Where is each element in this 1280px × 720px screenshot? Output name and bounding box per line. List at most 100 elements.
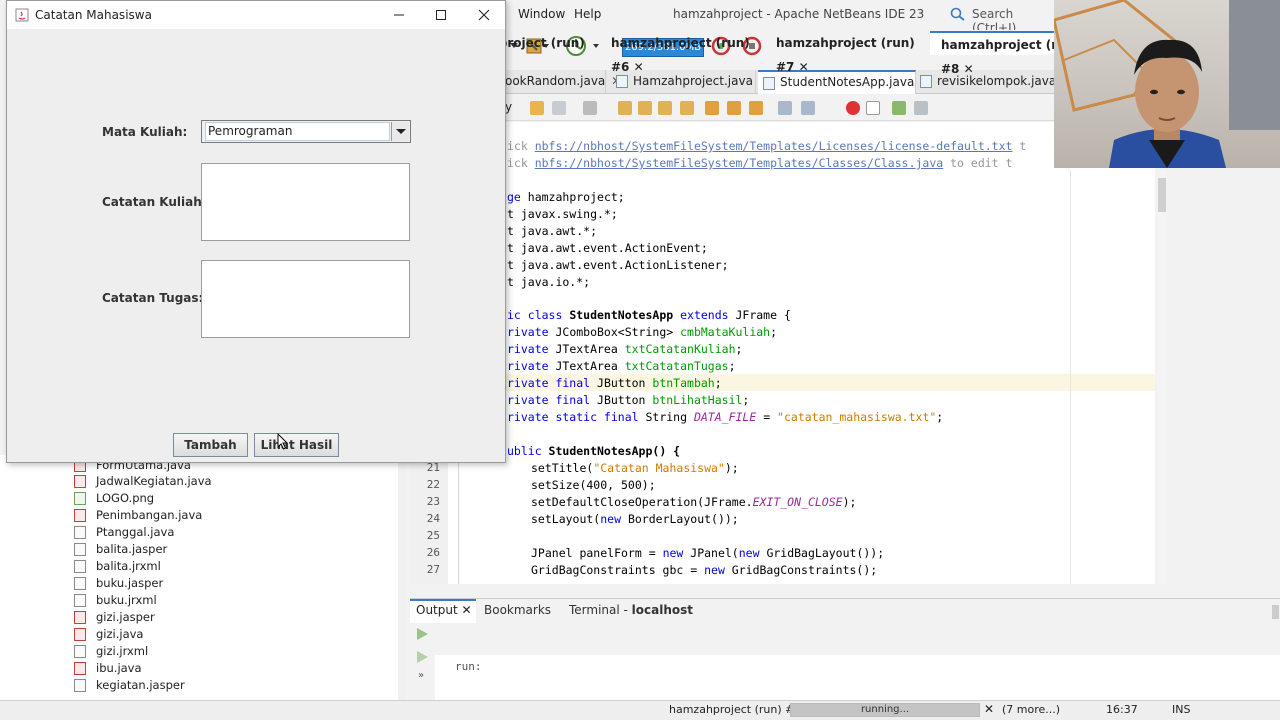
maximize-button[interactable] [419,3,463,27]
tab-bookrandom[interactable]: ookRandom.java✕ [505,70,621,94]
java-file-icon [74,475,86,488]
find-previous-icon[interactable] [638,101,652,115]
editor-vertical-scrollbar[interactable] [1157,170,1167,584]
tree-file-item[interactable]: Ptanggal.java [72,524,174,541]
scrollbar-thumb[interactable] [1158,178,1166,212]
image-file-icon [74,492,86,505]
file-icon [74,679,86,692]
tree-file-item[interactable]: LOGO.png [72,490,154,507]
next-bookmark-icon[interactable] [727,101,741,115]
menu-window[interactable]: Window [518,7,565,21]
close-button[interactable] [461,3,505,27]
task-progress-bar: running... [790,703,980,717]
code-line: rivate JComboBox<String> cmbMataKuliah; [507,325,778,339]
check-icon[interactable] [892,101,906,115]
file-icon [74,594,86,607]
run-tab-7[interactable]: hamzahproject (run) #7 ✕ [740,31,920,74]
code-line: ick nbfs://nbhost/SystemFileSystem/Templ… [507,139,1027,153]
projects-panel [0,455,406,700]
line-number: 26 [426,546,440,559]
chevron-down-icon [396,129,406,134]
tree-file-item[interactable]: Penimbangan.java [72,507,202,524]
dialog-titlebar[interactable]: Catatan Mahasiswa [7,1,505,29]
java-file-icon [763,77,775,90]
combobox-arrow-button[interactable] [391,122,409,141]
forward-icon[interactable] [552,101,566,115]
run-tab-6[interactable]: hamzahproject (run) #6 ✕ [575,31,755,74]
dialog-title: Catatan Mahasiswa [35,8,152,22]
projects-scrollbar[interactable] [398,455,406,700]
code-line: JPanel panelForm = new JPanel(new GridBa… [531,546,885,560]
previous-bookmark-icon[interactable] [705,101,719,115]
shift-right-icon[interactable] [801,101,815,115]
status-more-tasks[interactable]: (7 more...) [1002,703,1060,716]
console-output[interactable]: run: [435,655,1280,700]
shift-left-icon[interactable] [778,101,792,115]
history-tab-fragment[interactable]: y [505,100,512,114]
tab-revisikelompok[interactable]: revisikelompok.java✕ [915,70,1072,94]
tree-file-item[interactable]: ibu.java [72,660,142,677]
status-task[interactable]: hamzahproject (run) #8 [669,703,801,716]
tree-file-item[interactable]: buku.jasper [72,575,163,592]
tree-file-item[interactable]: gizi.jrxml [72,643,148,660]
rerun-with-params-icon[interactable] [415,650,429,664]
progress-label: running... [860,704,910,715]
tab-output[interactable]: Output ✕ [416,603,472,617]
tree-file-item[interactable]: balita.jrxml [72,558,161,575]
find-icon[interactable] [618,101,632,115]
last-edit-icon[interactable] [583,101,597,115]
ide-window-title: hamzahproject - Apache NetBeans IDE 23 [673,7,925,21]
stop-macro-icon[interactable] [866,101,880,115]
code-line: GridBagConstraints gbc = new GridBagCons… [531,563,878,577]
back-icon[interactable] [530,101,544,115]
tab-terminal[interactable]: Terminal - localhost [569,603,693,617]
toggle-highlight-icon[interactable] [680,101,694,115]
tree-file-item[interactable]: balita.jasper [72,541,167,558]
tree-file-item[interactable]: buku.jrxml [72,592,157,609]
tree-file-item[interactable]: gizi.java [72,626,143,643]
code-line: rivate final JButton btnLihatHasil; [507,393,750,407]
ide-search-box[interactable]: Search (Ctrl+I) [948,4,1052,35]
find-next-icon[interactable] [658,101,672,115]
tambah-button[interactable]: Tambah [173,433,248,457]
code-line: ge hamzahproject; [507,190,625,204]
tab-label: ookRandom.java [505,74,606,88]
catatan-tugas-textarea[interactable] [201,260,410,338]
lihat-hasil-button[interactable]: Lihat Hasil [254,433,339,457]
minimize-button[interactable] [377,3,421,27]
graph-icon[interactable] [914,101,928,115]
close-icon[interactable]: ✕ [462,603,472,617]
rerun-icon[interactable] [415,627,429,641]
toggle-bookmark-icon[interactable] [749,101,763,115]
start-macro-icon[interactable] [846,101,860,115]
menu-help[interactable]: Help [574,7,601,21]
java-app-icon [15,8,29,22]
line-number: 23 [426,495,440,508]
code-line: t java.awt.event.ActionListener; [507,258,729,272]
line-number-gutter: 21 22 23 24 25 26 27 [410,458,448,584]
tab-bookmarks[interactable]: Bookmarks [484,603,551,617]
webcam-overlay [1054,0,1280,168]
close-icon [478,9,490,21]
cancel-task-icon[interactable]: ✕ [984,702,994,716]
mata-kuliah-label: Mata Kuliah: [102,125,188,139]
tree-file-item[interactable]: gizi.jasper [72,609,155,626]
java-file-icon [74,509,86,522]
close-icon[interactable]: ✕ [964,62,974,76]
tree-file-item[interactable]: kegiatan.jasper [72,677,185,694]
console-text: run: [455,660,482,673]
file-icon [74,526,86,539]
tree-file-item[interactable]: JadwalKegiatan.java [72,473,212,490]
catatan-kuliah-textarea[interactable] [201,163,410,241]
minimize-icon [394,14,404,16]
java-file-icon [74,628,86,641]
panel-scroll-arrow[interactable] [1272,605,1279,619]
mata-kuliah-combobox[interactable]: Pemrograman [201,120,411,143]
close-icon[interactable]: ✕ [799,60,809,74]
code-line: t java.awt.*; [507,224,598,238]
code-line: setDefaultCloseOperation(JFrame.EXIT_ON_… [531,495,857,509]
java-file-icon [74,662,86,675]
more-actions-icon[interactable]: » [418,670,424,681]
code-line: rivate JTextArea txtCatatanKuliah; [507,342,743,356]
close-icon[interactable]: ✕ [634,60,644,74]
